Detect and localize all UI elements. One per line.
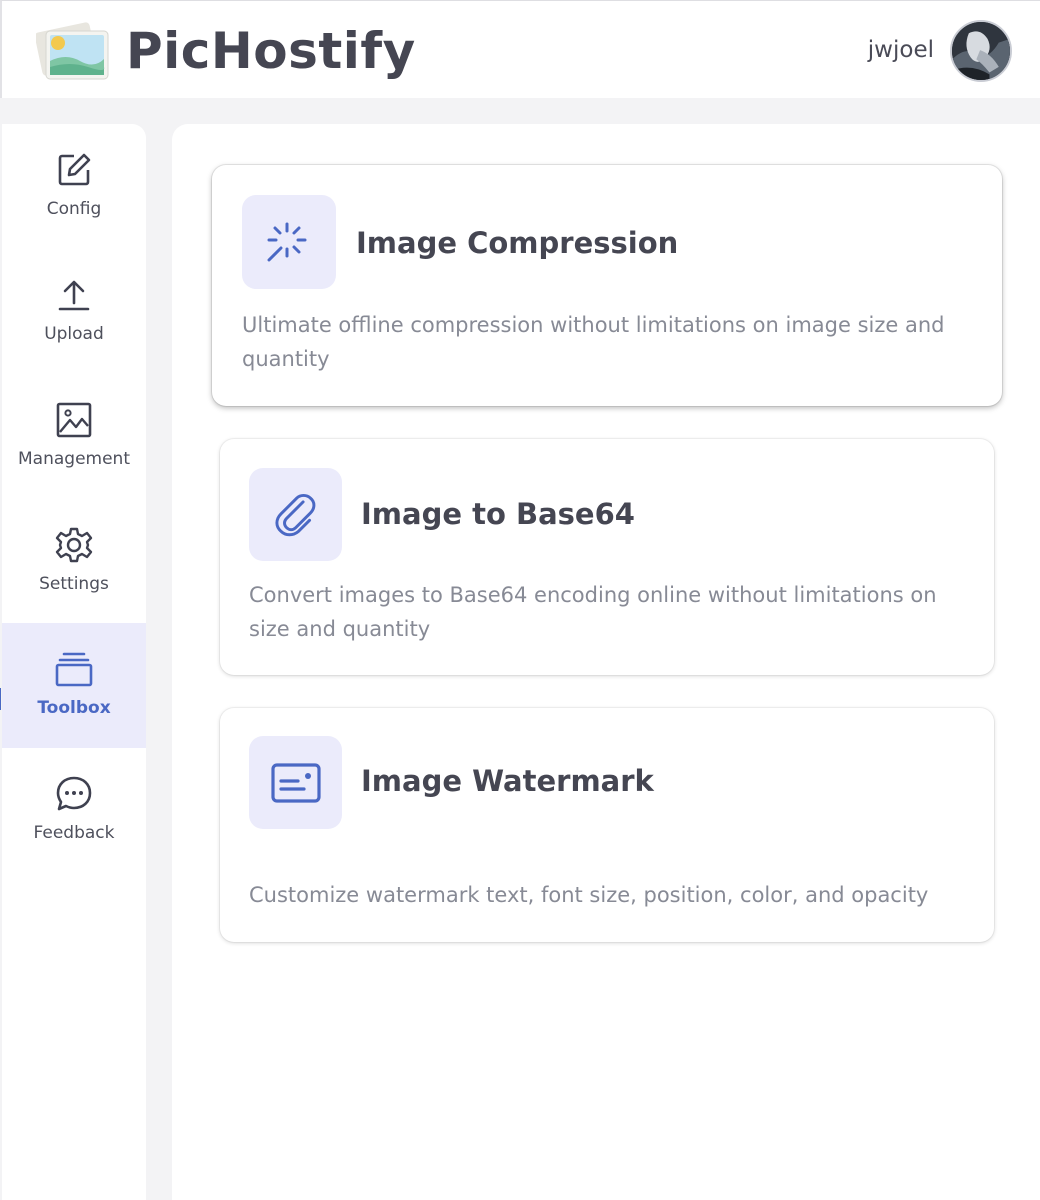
card-description: Customize watermark text, font size, pos… [249, 883, 929, 907]
paperclip-icon [249, 468, 342, 561]
upload-arrow-icon [58, 280, 90, 311]
card-description: Ultimate offline compression without lim… [242, 313, 945, 371]
tool-card-image-watermark[interactable]: Image Watermark Customize watermark text… [220, 708, 994, 942]
card-title: Image Compression [356, 226, 679, 260]
edit-square-icon [58, 153, 91, 186]
app-title: PicHostify [126, 22, 416, 80]
stacked-layers-icon [55, 652, 93, 687]
sidebar-item-upload[interactable]: Upload [2, 249, 146, 374]
sidebar-item-settings[interactable]: Settings [2, 499, 146, 624]
chat-bubble-icon [56, 776, 92, 811]
sidebar-item-label: Settings [39, 574, 109, 594]
sidebar-item-management[interactable]: Management [2, 374, 146, 499]
sidebar-item-label: Toolbox [37, 698, 111, 718]
magic-wand-icon [242, 195, 336, 289]
card-title: Image Watermark [361, 764, 654, 798]
sidebar-nav: Config Upload Management Settings Toolbo… [2, 124, 146, 1200]
app-window: PicHostify jwjoel Config Upload Manageme… [0, 0, 1040, 1200]
active-nav-marker [0, 688, 1, 710]
photos-stack-icon[interactable] [34, 17, 112, 83]
sidebar-item-label: Upload [44, 324, 104, 344]
card-description: Convert images to Base64 encoding online… [249, 583, 937, 641]
top-header: PicHostify jwjoel [0, 0, 1040, 98]
tool-card-image-to-base64[interactable]: Image to Base64 Convert images to Base64… [220, 439, 994, 675]
sidebar-item-config[interactable]: Config [2, 124, 146, 249]
sidebar-item-label: Management [18, 449, 130, 469]
user-avatar[interactable] [950, 20, 1012, 82]
gear-icon [55, 527, 93, 563]
sidebar-item-feedback[interactable]: Feedback [2, 748, 146, 873]
image-frame-icon [56, 402, 92, 438]
sidebar-item-label: Config [46, 199, 102, 219]
tool-card-image-compression[interactable]: Image Compression Ultimate offline compr… [212, 165, 1002, 406]
username-label[interactable]: jwjoel [868, 33, 934, 67]
card-title: Image to Base64 [361, 497, 635, 531]
sidebar-item-label: Feedback [33, 823, 115, 843]
watermark-card-icon [249, 736, 342, 829]
toolbox-panel: Image Compression Ultimate offline compr… [172, 124, 1040, 1200]
sidebar-item-toolbox[interactable]: Toolbox [2, 623, 146, 748]
